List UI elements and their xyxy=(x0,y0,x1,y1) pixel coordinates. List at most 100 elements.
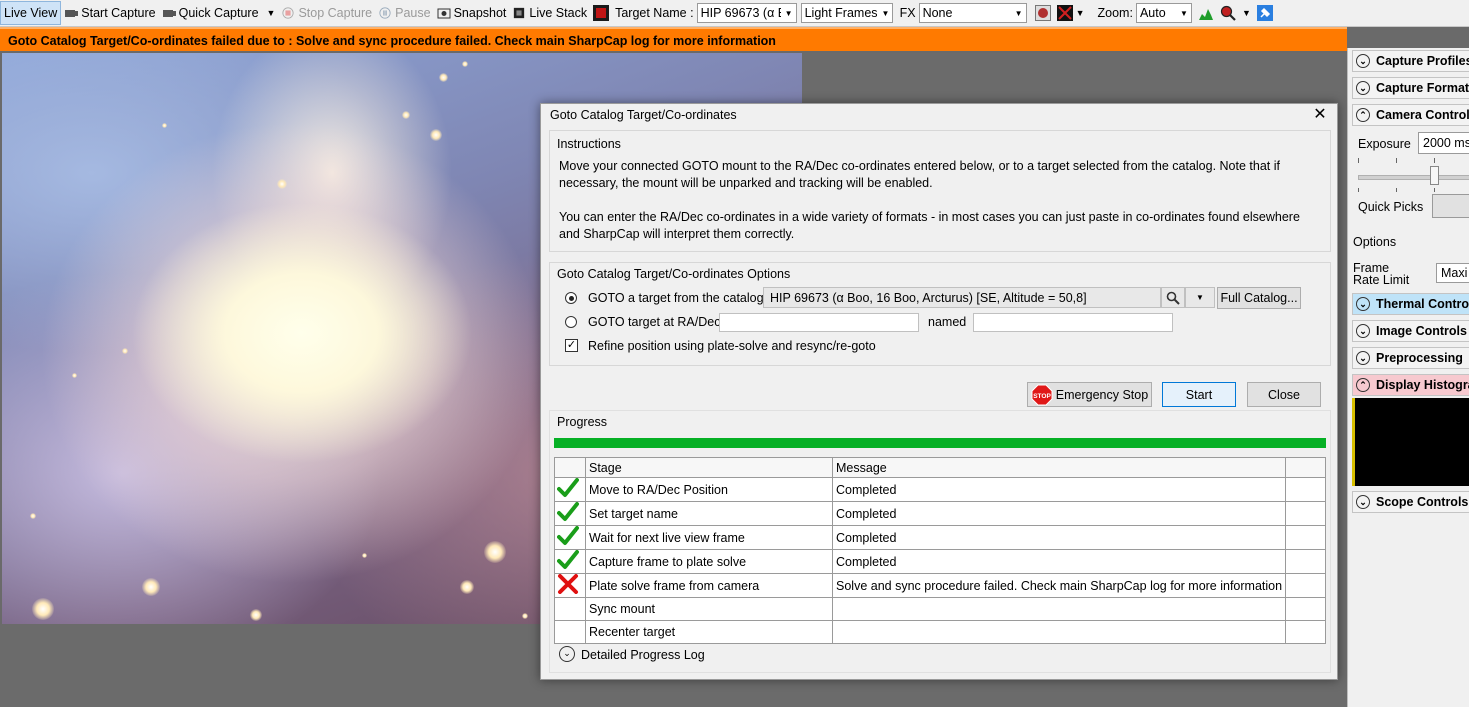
table-row: Capture frame to plate solve Completed xyxy=(554,549,1326,574)
row-status-cell xyxy=(554,573,586,598)
histogram-display[interactable] xyxy=(1352,398,1469,486)
row-stage-cell: Plate solve frame from camera xyxy=(585,573,833,598)
radec-input[interactable] xyxy=(719,313,919,332)
close-button[interactable]: Close xyxy=(1247,382,1321,407)
stop-capture-button[interactable]: Stop Capture xyxy=(278,2,375,24)
refine-checkbox[interactable]: ✓ xyxy=(565,339,578,352)
chevron-down-icon: ▼ xyxy=(1180,8,1188,18)
row-stage-cell: Recenter target xyxy=(585,620,833,644)
quick-picks-button[interactable] xyxy=(1432,194,1469,218)
goto-dialog: Goto Catalog Target/Co-ordinates ✕ Instr… xyxy=(540,103,1338,680)
row-status-cell xyxy=(554,597,586,621)
capture-profiles-header[interactable]: ⌄ Capture Profiles xyxy=(1352,50,1469,72)
goto-radec-radio[interactable] xyxy=(565,316,577,328)
chevron-down-icon: ⌄ xyxy=(1356,495,1370,509)
goto-catalog-radio[interactable] xyxy=(565,292,577,304)
emergency-stop-button[interactable]: STOP Emergency Stop xyxy=(1027,382,1152,407)
zoom-icon[interactable] xyxy=(1220,5,1236,21)
image-controls-header[interactable]: ⌄ Image Controls xyxy=(1352,320,1469,342)
start-capture-button[interactable]: Start Capture xyxy=(61,2,158,24)
display-histogram-header[interactable]: ⌃Display Histogram xyxy=(1352,374,1469,396)
star xyxy=(430,129,442,141)
frame-type-dropdown[interactable]: Light Frames ▼ xyxy=(800,3,893,23)
progress-track xyxy=(554,438,1326,448)
row-message-cell xyxy=(831,597,1287,621)
live-stack-button[interactable]: Live Stack xyxy=(509,2,590,24)
star xyxy=(72,373,77,378)
goto-radec-label: GOTO target at RA/Dec xyxy=(588,315,721,329)
detailed-log-toggle[interactable]: Detailed Progress Log xyxy=(581,648,705,662)
target-name-label: Target Name : xyxy=(615,6,694,20)
row-status-cell xyxy=(554,549,586,574)
star xyxy=(462,61,468,67)
chevron-down-icon[interactable]: ▼ xyxy=(1242,8,1251,18)
red-cross-icon[interactable] xyxy=(1056,5,1073,21)
exposure-ticks xyxy=(1358,188,1469,193)
exposure-input[interactable]: 2000 ms xyxy=(1418,132,1469,154)
exposure-slider-track[interactable] xyxy=(1358,175,1469,180)
catalog-target-combo[interactable]: HIP 69673 (α Boo, 16 Boo, Arcturus) [SE,… xyxy=(763,287,1161,308)
target-name-input[interactable] xyxy=(973,313,1173,332)
zoom-dropdown[interactable]: Auto ▼ xyxy=(1135,3,1192,23)
table-row: Recenter target xyxy=(554,620,1326,644)
chevron-down-icon[interactable]: ⌄ xyxy=(559,646,575,662)
chevron-down-icon: ▼ xyxy=(784,8,793,18)
progress-title: Progress xyxy=(557,415,608,429)
live-view-button[interactable]: Live View xyxy=(0,1,62,25)
quick-capture-button[interactable]: Quick Capture ▼ xyxy=(159,2,279,24)
red-record-icon[interactable] xyxy=(593,5,610,21)
chevron-down-icon[interactable]: ▼ xyxy=(1076,8,1085,18)
row-extra-cell xyxy=(1285,597,1326,621)
camera-controls-header[interactable]: ⌃ Camera Controls xyxy=(1352,104,1469,126)
quick-picks-label: Quick Picks xyxy=(1358,200,1424,214)
row-stage-cell: Sync mount xyxy=(585,597,833,621)
check-icon xyxy=(557,526,579,545)
close-icon[interactable]: ✕ xyxy=(1311,106,1329,124)
exposure-slider-thumb[interactable] xyxy=(1430,166,1439,185)
search-button[interactable] xyxy=(1161,287,1185,308)
row-stage-cell: Move to RA/Dec Position xyxy=(585,477,833,502)
status-column-header xyxy=(554,457,586,478)
thermal-controls-header[interactable]: ⌄Thermal Controls xyxy=(1352,293,1469,315)
fx-dropdown[interactable]: None ▼ xyxy=(918,3,1027,23)
preprocessing-header[interactable]: ⌄ Preprocessing xyxy=(1352,347,1469,369)
row-message-cell: Completed xyxy=(831,525,1287,550)
table-row: Sync mount xyxy=(554,597,1326,621)
row-message-cell: Completed xyxy=(831,477,1287,502)
snapshot-button[interactable]: Snapshot xyxy=(434,2,510,24)
pin-icon[interactable] xyxy=(1256,5,1273,21)
check-icon xyxy=(557,502,579,521)
chevron-down-icon[interactable]: ▼ xyxy=(267,8,276,18)
reticle-icon[interactable] xyxy=(1034,5,1051,21)
row-extra-cell xyxy=(1285,573,1326,598)
row-status-cell xyxy=(554,620,586,644)
row-message-cell: Completed xyxy=(831,501,1287,526)
options-label: Options xyxy=(1353,235,1397,249)
star xyxy=(522,613,528,619)
frame-rate-dropdown[interactable]: Maxi xyxy=(1436,263,1469,283)
pause-button[interactable]: Pause xyxy=(375,2,433,24)
start-button[interactable]: Start xyxy=(1162,382,1236,407)
chevron-down-icon: ⌄ xyxy=(1356,54,1370,68)
chevron-down-icon[interactable]: ▼ xyxy=(1185,287,1215,308)
stop-sign-icon: STOP xyxy=(1031,384,1053,405)
chevron-down-icon: ▼ xyxy=(881,8,890,18)
goto-catalog-label: GOTO a target from the catalog xyxy=(588,291,764,305)
row-extra-cell xyxy=(1285,620,1326,644)
histogram-icon[interactable] xyxy=(1198,5,1214,21)
table-row: Wait for next live view frame Completed xyxy=(554,525,1326,550)
cross-icon xyxy=(558,574,578,594)
scope-controls-header[interactable]: ⌄ Scope Controls xyxy=(1352,491,1469,513)
star xyxy=(439,73,448,82)
camera-icon xyxy=(65,10,79,17)
progress-bar xyxy=(554,438,1326,448)
refine-label: Refine position using plate-solve and re… xyxy=(588,339,876,353)
chevron-down-icon: ▼ xyxy=(1014,8,1023,18)
chevron-down-icon: ⌄ xyxy=(1356,81,1370,95)
snapshot-icon xyxy=(437,8,451,19)
full-catalog-button[interactable]: Full Catalog... xyxy=(1217,287,1301,309)
target-name-dropdown[interactable]: HIP 69673 (α B ▼ xyxy=(696,3,797,23)
chevron-down-icon: ⌄ xyxy=(1356,297,1370,311)
capture-format-header[interactable]: ⌄Capture Format a xyxy=(1352,77,1469,99)
star xyxy=(250,609,262,621)
